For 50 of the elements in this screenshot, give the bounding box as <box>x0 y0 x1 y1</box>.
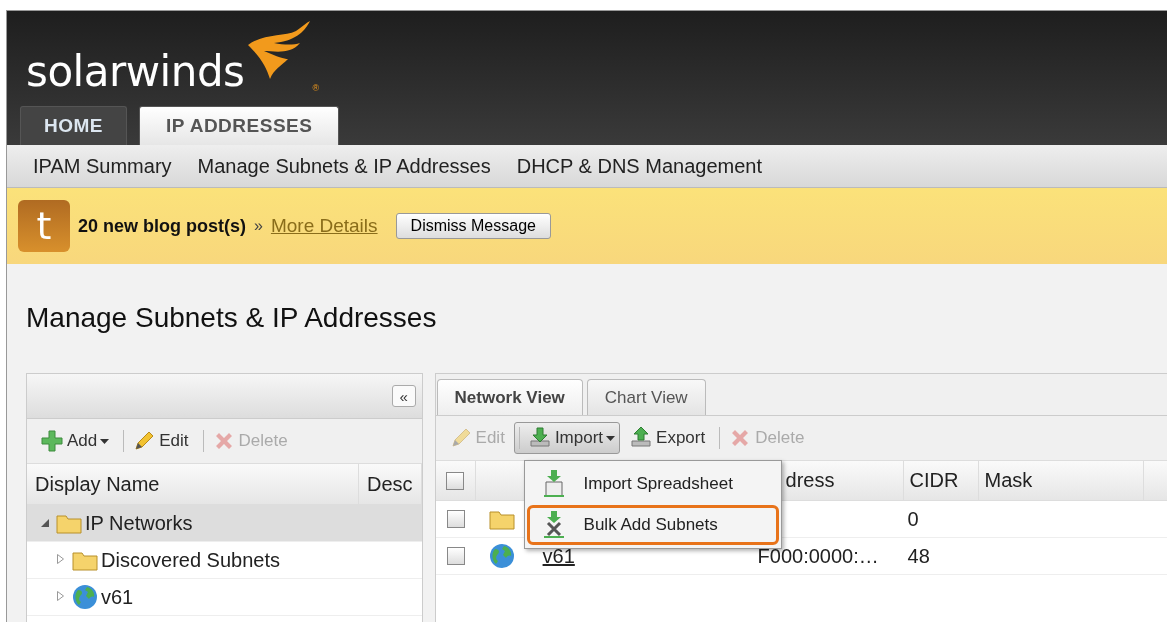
download-tray-icon <box>527 426 552 450</box>
blog-badge-icon: t <box>18 200 70 252</box>
column-header[interactable]: CIDR <box>909 469 959 492</box>
upload-tray-icon <box>629 426 654 450</box>
column-header[interactable]: Mask <box>984 469 1033 492</box>
subnav-link[interactable]: Manage Subnets & IP Addresses <box>197 154 491 178</box>
bulk-import-icon <box>541 511 566 539</box>
column-header[interactable]: Display Name <box>27 464 359 504</box>
select-all-checkbox[interactable] <box>446 471 465 490</box>
more-details-link[interactable]: More Details <box>270 215 378 237</box>
subnav-link[interactable]: IPAM Summary <box>33 154 172 178</box>
edit-button[interactable]: Edit <box>118 425 194 457</box>
collapse-button[interactable]: « <box>391 385 416 407</box>
logo-text: solarwinds <box>26 51 245 93</box>
cidr-text: 48 <box>907 544 930 568</box>
address-text: F000:0000:… <box>757 544 879 568</box>
globe-icon <box>489 543 516 569</box>
folder-icon <box>56 512 82 534</box>
folder-icon <box>489 508 516 530</box>
collapsed-arrow-icon[interactable] <box>57 554 64 564</box>
folder-icon <box>72 549 98 571</box>
view-tab[interactable]: Network View <box>436 379 583 415</box>
dismiss-button[interactable]: Dismiss Message <box>395 213 551 239</box>
export-button[interactable]: Export <box>624 422 711 454</box>
caret-icon <box>100 438 110 444</box>
separator-glyph: » <box>254 217 263 235</box>
plus-icon <box>40 429 64 453</box>
row-checkbox[interactable] <box>446 510 465 528</box>
cidr-text: 0 <box>907 507 919 531</box>
tree-item[interactable]: IP Networks <box>27 505 422 542</box>
menu-item[interactable]: Import Spreadsheet <box>526 464 779 504</box>
add-button[interactable]: Add <box>35 425 115 457</box>
page-title: Manage Subnets & IP Addresses <box>26 302 438 335</box>
column-header[interactable]: Desc <box>359 464 422 504</box>
import-button[interactable]: Import <box>513 422 621 454</box>
column-header[interactable]: dress <box>785 469 835 492</box>
globe-icon <box>72 584 98 610</box>
subnet-link[interactable]: v61 <box>542 544 575 568</box>
expanded-arrow-icon[interactable] <box>41 518 49 527</box>
menu-item[interactable]: Bulk Add Subnets <box>526 505 779 545</box>
ip-import-icon <box>541 470 566 498</box>
subnav-link[interactable]: DHCP & DNS Management <box>516 154 762 178</box>
registered-mark: ® <box>312 83 320 93</box>
nav-tab[interactable]: IP ADDRESSES <box>139 106 340 145</box>
collapsed-arrow-icon[interactable] <box>57 591 64 601</box>
message-text: 20 new blog post(s) <box>78 215 246 237</box>
caret-icon <box>606 435 616 441</box>
nav-tab[interactable]: HOME <box>20 106 127 145</box>
row-checkbox[interactable] <box>446 547 465 565</box>
view-tab[interactable]: Chart View <box>586 379 706 415</box>
